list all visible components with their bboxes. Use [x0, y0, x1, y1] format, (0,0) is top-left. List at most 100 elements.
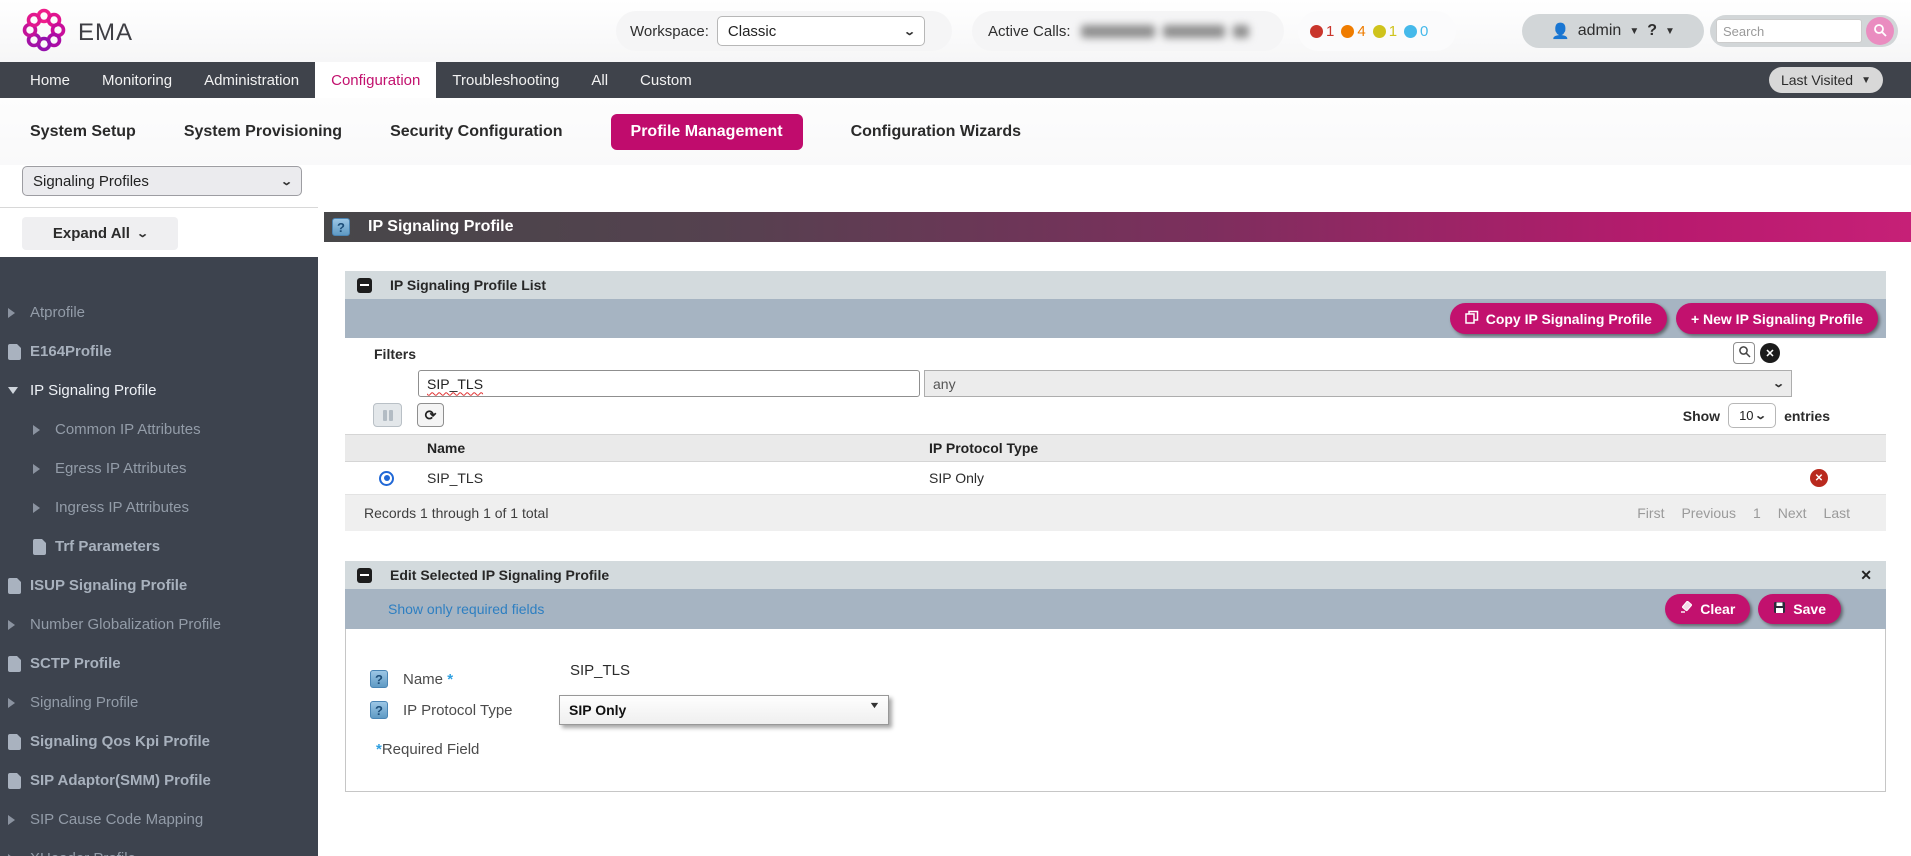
ip-protocol-type-select[interactable]: SIP Only ▼: [559, 695, 889, 725]
column-header-name[interactable]: Name: [427, 440, 465, 456]
chevron-right-icon[interactable]: [8, 698, 30, 708]
subnav-system-provisioning[interactable]: System Provisioning: [184, 123, 342, 141]
user-name: admin: [1578, 22, 1622, 40]
help-icon[interactable]: ?: [370, 701, 388, 719]
tree-item-sctp-profile[interactable]: SCTP Profile: [0, 644, 318, 683]
chevron-right-icon[interactable]: [33, 503, 55, 513]
subnav-system-setup[interactable]: System Setup: [30, 123, 136, 141]
subnav-profile-management[interactable]: Profile Management: [611, 114, 803, 150]
workspace-value: Classic: [728, 23, 776, 40]
tree-item-number-globalization-profile[interactable]: Number Globalization Profile: [0, 605, 318, 644]
tree-item-sip-adaptor-smm-profile[interactable]: SIP Adaptor(SMM) Profile: [0, 761, 318, 800]
columns-icon[interactable]: [373, 403, 402, 427]
nav-item-custom[interactable]: Custom: [624, 62, 708, 98]
chevron-right-icon[interactable]: [8, 620, 30, 630]
profile-category-select[interactable]: Signaling Profiles ⌄: [22, 166, 302, 196]
subnav-configuration-wizards[interactable]: Configuration Wizards: [851, 123, 1022, 141]
apply-filter-button[interactable]: [1733, 342, 1755, 364]
user-menu[interactable]: 👤 admin ▼ ? ▼: [1522, 14, 1704, 48]
tree-item-egress-ip-attributes[interactable]: Egress IP Attributes: [0, 449, 318, 488]
collapse-minus-icon[interactable]: [357, 568, 372, 583]
chevron-right-icon[interactable]: [33, 464, 55, 474]
tree-item-ip-signaling-profile[interactable]: IP Signaling Profile: [0, 371, 318, 410]
page-previous[interactable]: Previous: [1681, 505, 1735, 521]
tree-item-common-ip-attributes[interactable]: Common IP Attributes: [0, 410, 318, 449]
search-button[interactable]: [1866, 17, 1894, 45]
minor-status-icon[interactable]: [1373, 25, 1386, 38]
save-button[interactable]: Save: [1758, 594, 1841, 624]
minor-count: 1: [1389, 23, 1397, 40]
workspace-group: Workspace: Classic ⌄: [616, 11, 952, 51]
page-next[interactable]: Next: [1778, 505, 1807, 521]
active-calls-redacted-text: [1081, 25, 1249, 38]
active-calls-label: Active Calls:: [988, 23, 1071, 40]
nav-item-monitoring[interactable]: Monitoring: [86, 62, 188, 98]
tree-item-isup-signaling-profile[interactable]: ISUP Signaling Profile: [0, 566, 318, 605]
profile-tree-sidebar: Atprofile E164Profile IP Signaling Profi…: [0, 257, 318, 856]
chevron-down-icon: ▼: [1861, 75, 1871, 86]
collapse-minus-icon[interactable]: [357, 278, 372, 293]
row-radio-selected[interactable]: [379, 471, 394, 486]
chevron-down-icon[interactable]: ▼: [1629, 26, 1639, 37]
page-title: IP Signaling Profile: [368, 218, 514, 236]
close-icon[interactable]: ✕: [1860, 567, 1872, 584]
grid-toolbar: ⟳ Show 10 ⌄ entries: [345, 400, 1886, 434]
table-row[interactable]: SIP_TLS SIP Only ✕: [345, 462, 1886, 495]
top-header: EMA Workspace: Classic ⌄ Active Calls: 1…: [0, 0, 1911, 62]
type-filter-select[interactable]: any ⌄: [924, 370, 1792, 397]
chevron-down-icon[interactable]: ▼: [1665, 26, 1675, 37]
nav-item-all[interactable]: All: [575, 62, 624, 98]
info-status-icon[interactable]: [1404, 25, 1417, 38]
major-status-icon[interactable]: [1341, 25, 1354, 38]
page-first[interactable]: First: [1637, 505, 1664, 521]
last-visited-dropdown[interactable]: Last Visited ▼: [1769, 67, 1883, 93]
clear-filter-icon[interactable]: ✕: [1760, 343, 1780, 363]
chevron-right-icon[interactable]: [8, 815, 30, 825]
ema-application: EMA Workspace: Classic ⌄ Active Calls: 1…: [0, 0, 1911, 856]
tree-item-atprofile[interactable]: Atprofile: [0, 293, 318, 332]
tree-item-sip-cause-code-mapping[interactable]: SIP Cause Code Mapping: [0, 800, 318, 839]
page-title-bar: ? IP Signaling Profile: [324, 212, 1911, 242]
chevron-down-icon: ⌄: [1772, 377, 1785, 390]
chevron-down-icon[interactable]: [8, 387, 30, 394]
column-header-ip-protocol-type[interactable]: IP Protocol Type: [929, 440, 1038, 456]
help-icon[interactable]: ?: [370, 670, 388, 688]
critical-count: 1: [1326, 23, 1334, 40]
expand-all-label: Expand All: [53, 225, 130, 242]
list-panel-body: Filters ✕ SIP_TLS any ⌄: [345, 338, 1886, 531]
tree-item-e164profile[interactable]: E164Profile: [0, 332, 318, 371]
copy-profile-button[interactable]: Copy IP Signaling Profile: [1450, 303, 1667, 334]
page-size-select[interactable]: 10 ⌄: [1728, 403, 1776, 428]
chevron-right-icon[interactable]: [8, 308, 30, 318]
search-input[interactable]: [1716, 19, 1862, 43]
list-panel-header: IP Signaling Profile List: [345, 271, 1886, 299]
help-icon[interactable]: ?: [332, 218, 350, 236]
tree-item-xheader-profile[interactable]: XHeader Profile: [0, 839, 318, 856]
nav-item-administration[interactable]: Administration: [188, 62, 315, 98]
edit-panel-body: ? Name * SIP_TLS ? IP Protocol Type SIP …: [345, 629, 1886, 792]
nav-item-configuration[interactable]: Configuration: [315, 62, 436, 98]
global-search-group: [1710, 15, 1898, 47]
critical-status-icon[interactable]: [1310, 25, 1323, 38]
help-label[interactable]: ?: [1647, 22, 1657, 40]
new-profile-button[interactable]: + New IP Signaling Profile: [1676, 303, 1878, 334]
tree-item-signaling-profile[interactable]: Signaling Profile: [0, 683, 318, 722]
expand-all-button[interactable]: Expand All ⌄: [22, 217, 178, 250]
page-number[interactable]: 1: [1753, 505, 1761, 521]
nav-item-troubleshooting[interactable]: Troubleshooting: [436, 62, 575, 98]
tree-item-signaling-qos-kpi-profile[interactable]: Signaling Qos Kpi Profile: [0, 722, 318, 761]
tree-item-trf-parameters[interactable]: Trf Parameters: [0, 527, 318, 566]
chevron-down-icon: ▼: [868, 700, 880, 710]
show-required-fields-link[interactable]: Show only required fields: [388, 601, 544, 617]
tree-item-ingress-ip-attributes[interactable]: Ingress IP Attributes: [0, 488, 318, 527]
workspace-select[interactable]: Classic ⌄: [717, 16, 925, 46]
delete-row-icon[interactable]: ✕: [1810, 469, 1828, 487]
subnav-security-configuration[interactable]: Security Configuration: [390, 123, 562, 141]
name-filter-input[interactable]: SIP_TLS: [418, 370, 920, 397]
page-last[interactable]: Last: [1824, 505, 1850, 521]
chevron-right-icon[interactable]: [33, 425, 55, 435]
refresh-icon[interactable]: ⟳: [417, 403, 444, 427]
search-icon: [1738, 345, 1751, 361]
clear-button[interactable]: Clear: [1665, 594, 1750, 624]
nav-item-home[interactable]: Home: [14, 62, 86, 98]
